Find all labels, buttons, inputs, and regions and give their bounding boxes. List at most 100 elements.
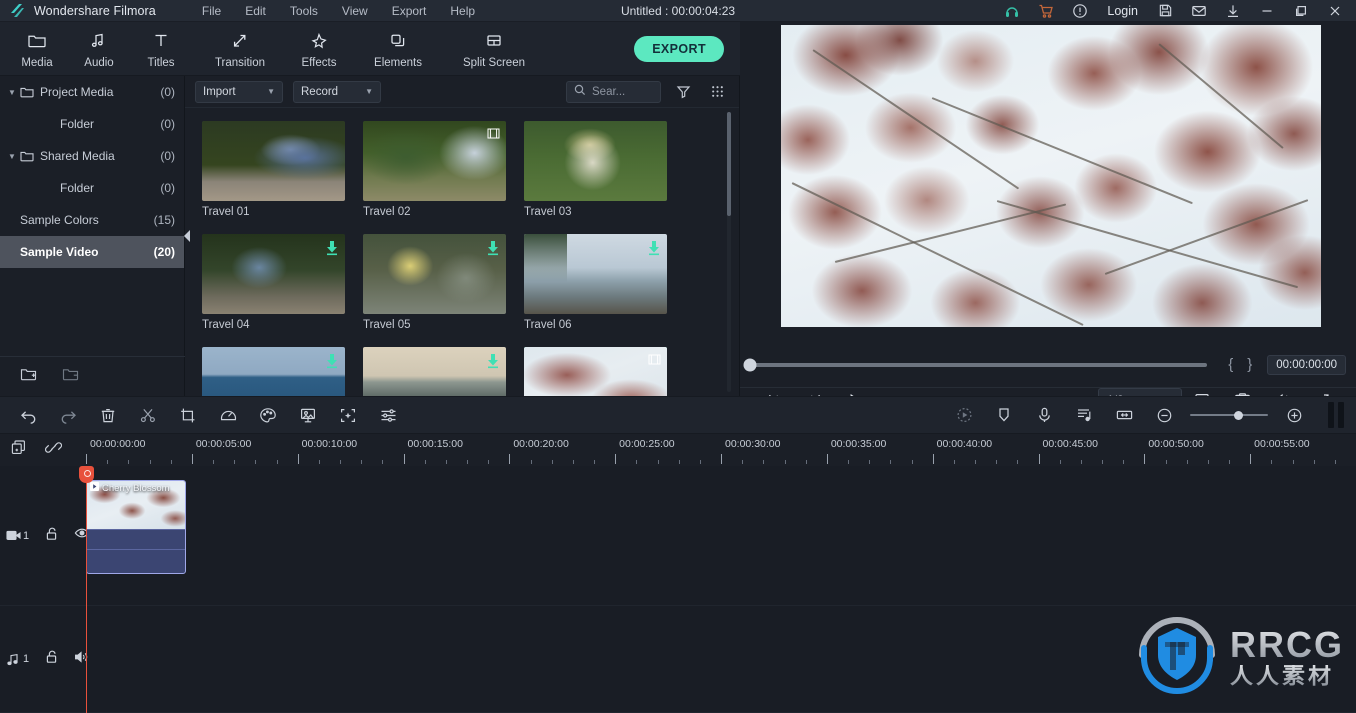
adjust-sliders-icon[interactable] [368,400,408,430]
color-palette-icon[interactable] [248,400,288,430]
menu-view[interactable]: View [330,1,380,21]
unlock-icon[interactable] [44,649,59,669]
download-icon[interactable] [647,240,661,261]
media-item[interactable] [363,347,506,396]
media-item[interactable] [524,347,667,396]
close-icon[interactable] [1318,0,1352,22]
green-screen-icon[interactable] [288,400,328,430]
marker-icon[interactable] [984,400,1024,430]
redo-icon[interactable] [48,400,88,430]
mark-out-button[interactable]: } [1240,356,1259,373]
library-item-project-media[interactable]: ▼ Project Media (0) [0,76,184,108]
zoom-in-icon[interactable] [1274,400,1314,430]
media-thumbnail[interactable] [202,121,345,201]
menu-tools[interactable]: Tools [278,1,330,21]
video-track-body[interactable]: Cherry Blossom [86,466,1356,605]
media-thumbnail[interactable] [524,234,667,314]
add-track-icon[interactable] [10,439,27,461]
timeline-playhead[interactable] [79,466,94,713]
mail-icon[interactable] [1182,0,1216,22]
media-item[interactable]: Travel 06 [524,234,667,331]
unlock-icon[interactable] [44,526,59,546]
ribbon-tab-media[interactable]: Media [6,29,68,69]
zoom-slider-handle[interactable] [1234,410,1244,420]
effects-frame-icon[interactable] [328,400,368,430]
library-item-sample-colors[interactable]: Sample Colors (15) [0,204,184,236]
speed-icon[interactable] [208,400,248,430]
split-scissors-icon[interactable] [128,400,168,430]
ribbon-tab-titles[interactable]: Titles [130,29,192,69]
zoom-out-icon[interactable] [1144,400,1184,430]
download-icon[interactable] [486,353,500,374]
media-scrollbar-thumb[interactable] [727,112,731,216]
media-item[interactable] [202,347,345,396]
media-item[interactable]: Travel 04 [202,234,345,331]
link-chain-icon[interactable] [44,439,63,461]
save-project-icon[interactable] [1148,0,1182,22]
grid-view-icon[interactable] [705,80,729,104]
media-thumbnail[interactable] [524,121,667,201]
search-box[interactable] [566,80,661,103]
media-item[interactable]: Travel 03 [524,121,667,218]
timeline-ruler[interactable]: 00:00:00:00 00:00:05:00 00:00:10:00 00:00:1… [86,434,1356,466]
preview-timecode[interactable]: 00:00:00:00 [1267,354,1346,375]
media-item[interactable]: Travel 05 [363,234,506,331]
library-item-sample-video[interactable]: Sample Video (20) [0,236,184,268]
login-button[interactable]: Login [1097,4,1148,18]
menu-export[interactable]: Export [380,1,439,21]
record-dropdown[interactable]: Record ▼ [293,80,381,103]
remove-folder-icon[interactable] [62,367,80,387]
menu-file[interactable]: File [190,1,233,21]
scrubber-handle[interactable] [743,358,757,371]
timeline-zoom-slider[interactable] [1190,405,1268,425]
audio-track-body[interactable] [86,606,1356,712]
library-item-project-folder[interactable]: Folder (0) [0,108,184,140]
voiceover-mic-icon[interactable] [1024,400,1064,430]
export-button[interactable]: EXPORT [634,35,724,62]
download-icon[interactable] [486,240,500,261]
ribbon-tab-elements[interactable]: Elements [350,29,446,69]
preview-video[interactable] [781,25,1321,327]
playhead-handle[interactable] [79,466,94,483]
panel-collapse-arrow-icon[interactable] [183,228,191,244]
maximize-icon[interactable] [1284,0,1318,22]
preview-scrubber[interactable] [743,358,1208,371]
ribbon-tab-split-screen[interactable]: Split Screen [446,29,542,69]
render-preview-icon[interactable] [944,400,984,430]
audio-mixer-icon[interactable] [1064,400,1104,430]
ribbon-tab-transition[interactable]: Transition [192,29,288,69]
ribbon-tab-effects[interactable]: Effects [288,29,350,69]
media-item[interactable]: Travel 02 [363,121,506,218]
menu-help[interactable]: Help [438,1,487,21]
media-thumbnail[interactable] [363,347,506,396]
menu-edit[interactable]: Edit [233,1,278,21]
crop-icon[interactable] [168,400,208,430]
library-item-shared-folder[interactable]: Folder (0) [0,172,184,204]
library-item-shared-media[interactable]: ▼ Shared Media (0) [0,140,184,172]
download-icon[interactable] [325,240,339,261]
search-input[interactable] [592,85,653,98]
panel-resize-handle[interactable] [1328,402,1344,428]
shopping-cart-icon[interactable] [1029,0,1063,22]
info-circle-icon[interactable] [1063,0,1097,22]
media-thumbnail[interactable] [202,347,345,396]
media-thumbnail[interactable] [202,234,345,314]
ruler-tick-minor [128,460,130,464]
download-icon[interactable] [325,353,339,374]
minimize-icon[interactable] [1250,0,1284,22]
ribbon-tab-audio[interactable]: Audio [68,29,130,69]
filter-funnel-icon[interactable] [671,80,695,104]
fit-timeline-icon[interactable] [1104,400,1144,430]
new-folder-icon[interactable] [20,367,38,387]
mark-in-button[interactable]: { [1221,356,1240,373]
media-thumbnail[interactable] [363,121,506,201]
download-icon[interactable] [1216,0,1250,22]
timeline-clip[interactable]: Cherry Blossom [86,480,186,574]
media-thumbnail[interactable] [524,347,667,396]
media-thumbnail[interactable] [363,234,506,314]
import-dropdown[interactable]: Import ▼ [195,80,283,103]
support-headset-icon[interactable] [995,0,1029,22]
delete-trash-icon[interactable] [88,400,128,430]
undo-icon[interactable] [8,400,48,430]
media-item[interactable]: Travel 01 [202,121,345,218]
